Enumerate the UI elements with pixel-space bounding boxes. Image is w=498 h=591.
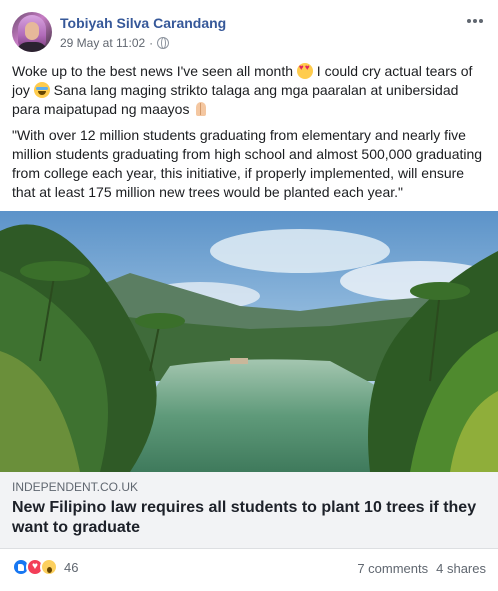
ellipsis-icon — [467, 19, 471, 23]
post-paragraph: Woke up to the best news I've seen all m… — [12, 62, 488, 119]
post-header: Tobiyah Silva Carandang 29 May at 11:02 … — [12, 12, 486, 56]
heart-eyes-emoji-icon — [296, 63, 313, 79]
reaction-count: 46 — [64, 559, 79, 575]
meta-separator: · — [149, 36, 154, 50]
engagement-stats: 7 comments 4 shares — [357, 561, 486, 576]
author-name[interactable]: Tobiyah Silva Carandang — [60, 15, 226, 31]
globe-icon[interactable] — [157, 37, 170, 49]
post-footer: 46 7 comments 4 shares — [12, 558, 486, 582]
more-options-button[interactable] — [464, 12, 486, 30]
wow-reaction-icon — [40, 558, 58, 576]
link-caption[interactable]: INDEPENDENT.CO.UK New Filipino law requi… — [0, 472, 498, 549]
link-title[interactable]: New Filipino law requires all students t… — [12, 498, 486, 538]
facebook-post: Tobiyah Silva Carandang 29 May at 11:02 … — [0, 0, 498, 591]
link-preview-image[interactable] — [0, 211, 498, 472]
crying-emoji-icon — [33, 82, 50, 98]
post-quote: "With over 12 million students graduatin… — [12, 127, 483, 200]
river-landscape-image — [0, 211, 498, 472]
reactions-summary[interactable]: 46 — [12, 558, 78, 576]
shares-count-link[interactable]: 4 shares — [436, 561, 486, 576]
link-domain: INDEPENDENT.CO.UK — [12, 480, 139, 494]
folded-hands-emoji-icon — [193, 101, 209, 117]
timestamp[interactable]: 29 May at 11:02 — [60, 36, 145, 50]
post-text: Woke up to the best news I've seen all m… — [12, 62, 488, 209]
comments-count-link[interactable]: 7 comments — [357, 561, 428, 576]
avatar[interactable] — [12, 12, 52, 52]
post-meta: 29 May at 11:02 · — [60, 36, 170, 50]
